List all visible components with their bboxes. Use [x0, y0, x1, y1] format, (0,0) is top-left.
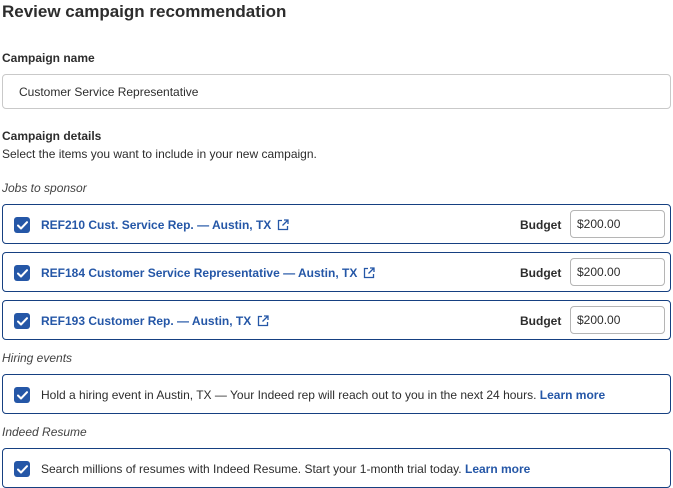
indeed-resume-card: Search millions of resumes with Indeed R…: [2, 448, 671, 488]
hiring-event-text: Hold a hiring event in Austin, TX — Your…: [41, 388, 605, 402]
checkmark-icon: [16, 220, 28, 229]
job-card: REF193 Customer Rep. — Austin, TX Budget: [2, 300, 671, 340]
job-link[interactable]: REF210 Cust. Service Rep. — Austin, TX: [41, 218, 289, 232]
checkmark-icon: [16, 268, 28, 277]
checkmark-icon: [16, 390, 28, 399]
indeed-resume-description: Search millions of resumes with Indeed R…: [41, 462, 462, 476]
job-link[interactable]: REF193 Customer Rep. — Austin, TX: [41, 314, 269, 328]
job-title: REF210 Cust. Service Rep. — Austin, TX: [41, 218, 272, 232]
budget-label: Budget: [520, 314, 562, 328]
indeed-resume-group-label: Indeed Resume: [2, 425, 87, 439]
hiring-event-card: Hold a hiring event in Austin, TX — Your…: [2, 374, 671, 414]
jobs-group-label: Jobs to sponsor: [2, 181, 87, 195]
job-checkbox[interactable]: [14, 217, 30, 233]
campaign-name-input[interactable]: [2, 74, 671, 109]
page-title: Review campaign recommendation: [2, 2, 287, 21]
indeed-resume-checkbox[interactable]: [14, 461, 30, 477]
job-checkbox[interactable]: [14, 313, 30, 329]
campaign-details-label: Campaign details: [2, 129, 102, 143]
external-link-icon: [258, 315, 269, 327]
job-checkbox[interactable]: [14, 265, 30, 281]
budget-label: Budget: [520, 218, 562, 232]
campaign-name-label: Campaign name: [2, 51, 95, 65]
hiring-event-checkbox[interactable]: [14, 387, 30, 403]
job-title: REF184 Customer Service Representative —…: [41, 266, 358, 280]
job-card: REF184 Customer Service Representative —…: [2, 252, 671, 292]
job-card: REF210 Cust. Service Rep. — Austin, TX B…: [2, 204, 671, 244]
hiring-event-description: Hold a hiring event in Austin, TX — Your…: [41, 388, 537, 402]
budget-label: Budget: [520, 266, 562, 280]
hiring-events-group-label: Hiring events: [2, 351, 73, 365]
job-title: REF193 Customer Rep. — Austin, TX: [41, 314, 252, 328]
learn-more-link[interactable]: Learn more: [465, 462, 530, 476]
external-link-icon: [364, 267, 375, 279]
checkmark-icon: [16, 316, 28, 325]
learn-more-link[interactable]: Learn more: [540, 388, 605, 402]
budget-input[interactable]: [570, 210, 665, 238]
campaign-details-instructions: Select the items you want to include in …: [2, 147, 317, 161]
budget-input[interactable]: [570, 258, 665, 286]
budget-input[interactable]: [570, 306, 665, 334]
job-link[interactable]: REF184 Customer Service Representative —…: [41, 266, 375, 280]
checkmark-icon: [16, 464, 28, 473]
external-link-icon: [278, 219, 289, 231]
indeed-resume-text: Search millions of resumes with Indeed R…: [41, 462, 530, 476]
